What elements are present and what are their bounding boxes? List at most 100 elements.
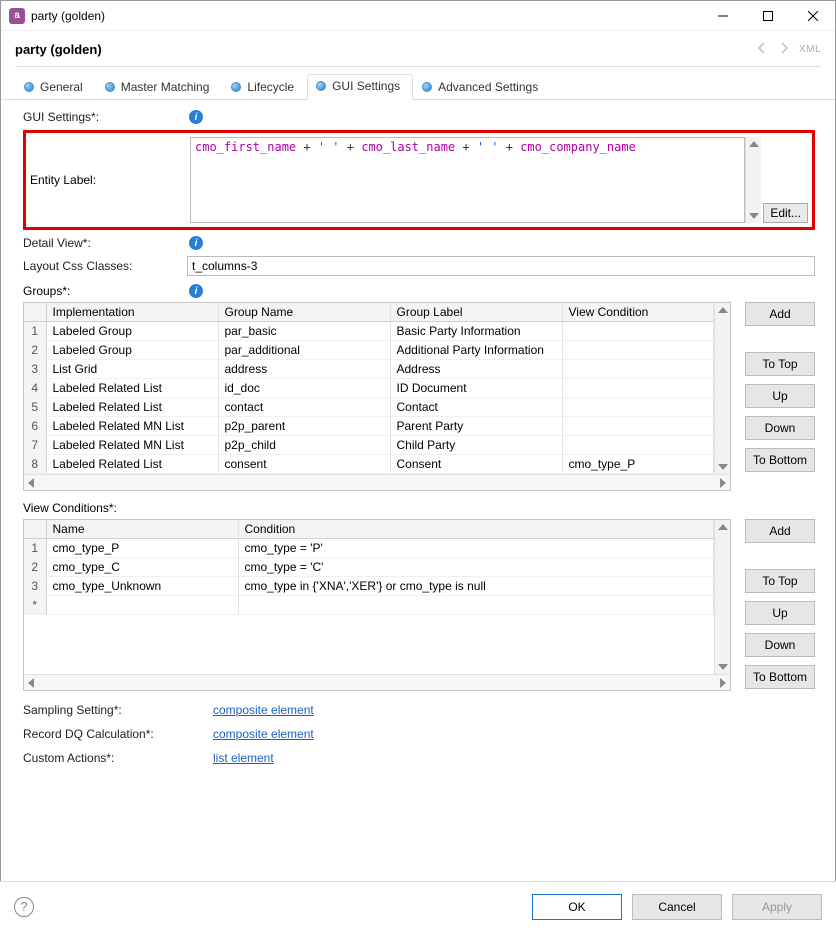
table-cell[interactable]: cmo_type_P [46, 539, 238, 558]
column-header[interactable]: Name [46, 520, 238, 539]
table-row[interactable]: 1Labeled Grouppar_basicBasic Party Infor… [24, 322, 714, 341]
tab-master-matching[interactable]: Master Matching [96, 74, 223, 100]
table-cell[interactable]: Contact [390, 398, 562, 417]
to-top-button[interactable]: To Top [745, 569, 815, 593]
table-row[interactable]: 8Labeled Related ListconsentConsentcmo_t… [24, 455, 714, 474]
table-row[interactable]: 6Labeled Related MN Listp2p_parentParent… [24, 417, 714, 436]
info-icon[interactable]: i [189, 284, 203, 298]
table-cell[interactable]: p2p_parent [218, 417, 390, 436]
composite-link[interactable]: composite element [213, 727, 314, 741]
add-button[interactable]: Add [745, 519, 815, 543]
column-header[interactable]: Implementation [46, 303, 218, 322]
scrollbar-vertical[interactable] [714, 303, 730, 474]
view-conditions-label: View Conditions*: [23, 501, 117, 515]
link-row-label: Record DQ Calculation*: [23, 727, 213, 741]
add-button[interactable]: Add [745, 302, 815, 326]
info-icon[interactable]: i [189, 110, 203, 124]
down-button[interactable]: Down [745, 416, 815, 440]
table-cell[interactable]: Labeled Group [46, 322, 218, 341]
minimize-button[interactable] [700, 1, 745, 31]
table-row[interactable]: 3cmo_type_Unknowncmo_type in {'XNA','XER… [24, 577, 714, 596]
tab-lifecycle[interactable]: Lifecycle [222, 74, 307, 100]
table-row[interactable]: 5Labeled Related ListcontactContact [24, 398, 714, 417]
up-button[interactable]: Up [745, 601, 815, 625]
column-header[interactable]: View Condition [562, 303, 714, 322]
table-cell[interactable]: consent [218, 455, 390, 474]
scrollbar-horizontal[interactable] [24, 474, 730, 490]
table-cell[interactable]: ID Document [390, 379, 562, 398]
table-cell[interactable] [562, 322, 714, 341]
table-row-new[interactable]: * [24, 596, 714, 615]
maximize-button[interactable] [745, 1, 790, 31]
down-button[interactable]: Down [745, 633, 815, 657]
table-cell[interactable]: Labeled Group [46, 341, 218, 360]
tab-gui-settings[interactable]: GUI Settings [307, 74, 413, 100]
table-cell[interactable]: p2p_child [218, 436, 390, 455]
scrollbar-vertical[interactable] [714, 520, 730, 674]
table-cell[interactable]: List Grid [46, 360, 218, 379]
table-cell[interactable] [562, 341, 714, 360]
gui-settings-label: GUI Settings*: [23, 110, 187, 124]
nav-forward-icon[interactable] [777, 41, 791, 58]
table-cell[interactable]: contact [218, 398, 390, 417]
table-cell[interactable]: address [218, 360, 390, 379]
help-icon[interactable]: ? [14, 897, 34, 917]
table-row[interactable]: 2Labeled Grouppar_additionalAdditional P… [24, 341, 714, 360]
tab-label: Master Matching [121, 80, 210, 94]
table-cell[interactable]: Basic Party Information [390, 322, 562, 341]
ok-button[interactable]: OK [532, 894, 622, 920]
tab-general[interactable]: General [15, 74, 96, 100]
table-row[interactable]: 2cmo_type_Ccmo_type = 'C' [24, 558, 714, 577]
info-icon[interactable]: i [189, 236, 203, 250]
table-cell[interactable]: id_doc [218, 379, 390, 398]
bullet-icon [24, 82, 34, 92]
layout-css-input[interactable] [187, 256, 815, 276]
table-cell[interactable] [562, 436, 714, 455]
close-button[interactable] [790, 1, 835, 31]
table-row[interactable]: 4Labeled Related Listid_docID Document [24, 379, 714, 398]
entity-label-expression[interactable]: cmo_first_name + ' ' + cmo_last_name + '… [190, 137, 745, 223]
column-header[interactable]: Group Label [390, 303, 562, 322]
table-cell[interactable]: cmo_type_P [562, 455, 714, 474]
table-cell[interactable]: Additional Party Information [390, 341, 562, 360]
table-cell[interactable]: cmo_type_Unknown [46, 577, 238, 596]
table-row[interactable]: 3List GridaddressAddress [24, 360, 714, 379]
table-cell[interactable]: Consent [390, 455, 562, 474]
up-button[interactable]: Up [745, 384, 815, 408]
nav-back-icon[interactable] [755, 41, 769, 58]
table-cell[interactable]: cmo_type in {'XNA','XER'} or cmo_type is… [238, 577, 714, 596]
column-header[interactable]: Condition [238, 520, 714, 539]
table-cell[interactable]: Labeled Related List [46, 398, 218, 417]
scrollbar-vertical[interactable] [745, 137, 761, 223]
table-row[interactable]: 1cmo_type_Pcmo_type = 'P' [24, 539, 714, 558]
table-cell[interactable]: Child Party [390, 436, 562, 455]
table-cell[interactable] [562, 379, 714, 398]
table-cell[interactable]: cmo_type = 'P' [238, 539, 714, 558]
table-cell[interactable]: cmo_type_C [46, 558, 238, 577]
apply-button[interactable]: Apply [732, 894, 822, 920]
to-bottom-button[interactable]: To Bottom [745, 665, 815, 689]
table-cell[interactable]: Labeled Related MN List [46, 436, 218, 455]
table-cell[interactable]: Labeled Related MN List [46, 417, 218, 436]
table-cell[interactable]: Labeled Related List [46, 455, 218, 474]
table-cell[interactable] [562, 398, 714, 417]
xml-toggle[interactable]: XML [799, 44, 821, 55]
table-cell[interactable]: par_basic [218, 322, 390, 341]
tab-advanced-settings[interactable]: Advanced Settings [413, 74, 551, 100]
table-cell[interactable]: Address [390, 360, 562, 379]
column-header[interactable]: Group Name [218, 303, 390, 322]
to-top-button[interactable]: To Top [745, 352, 815, 376]
table-row[interactable]: 7Labeled Related MN Listp2p_childChild P… [24, 436, 714, 455]
table-cell[interactable]: Parent Party [390, 417, 562, 436]
table-cell[interactable]: par_additional [218, 341, 390, 360]
cancel-button[interactable]: Cancel [632, 894, 722, 920]
composite-link[interactable]: composite element [213, 703, 314, 717]
to-bottom-button[interactable]: To Bottom [745, 448, 815, 472]
scrollbar-horizontal[interactable] [24, 674, 730, 690]
edit-button[interactable]: Edit... [763, 203, 808, 223]
table-cell[interactable] [562, 417, 714, 436]
composite-link[interactable]: list element [213, 751, 274, 765]
table-cell[interactable]: Labeled Related List [46, 379, 218, 398]
table-cell[interactable] [562, 360, 714, 379]
table-cell[interactable]: cmo_type = 'C' [238, 558, 714, 577]
